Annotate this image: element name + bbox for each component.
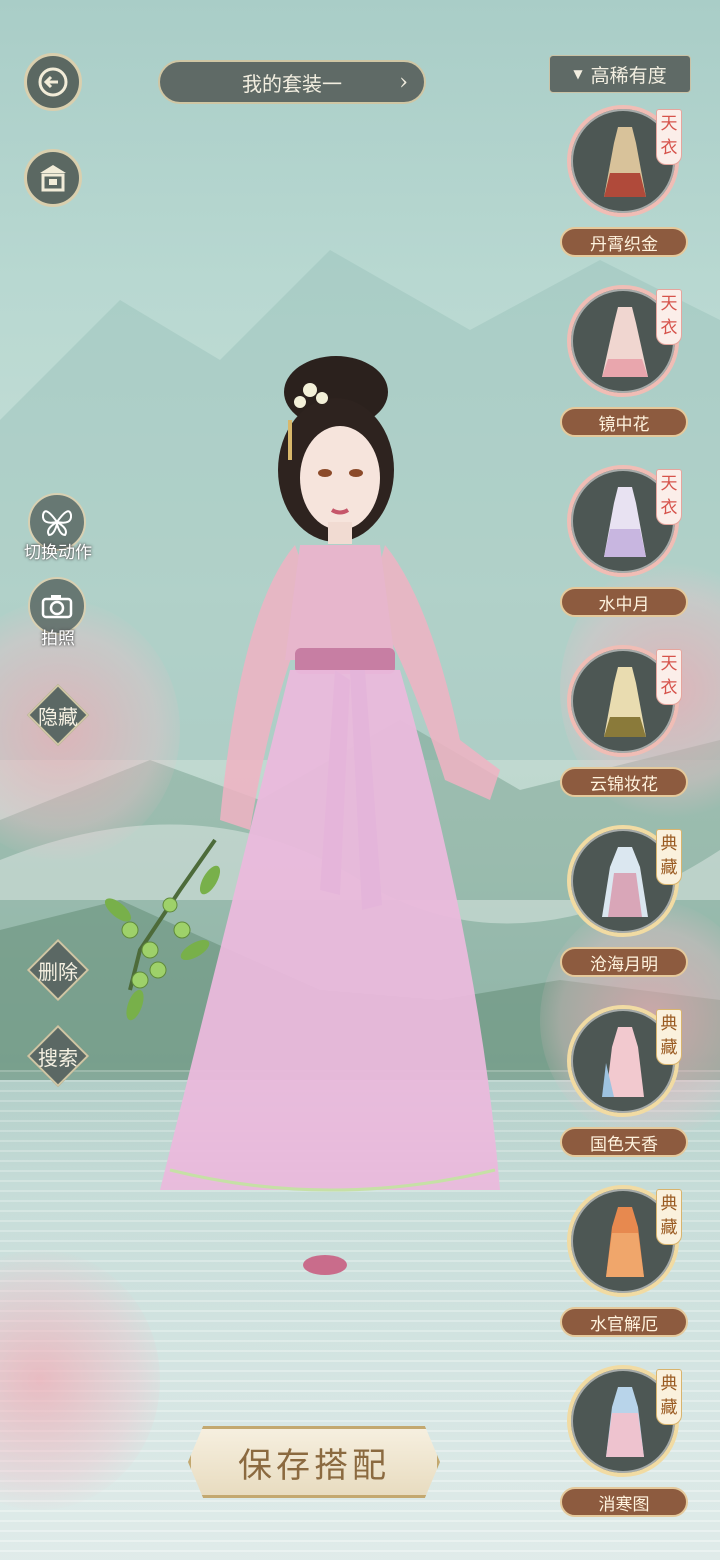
- item-name: 水中月: [560, 587, 688, 617]
- back-arrow-icon: [38, 67, 68, 97]
- item-name: 丹霄织金: [560, 227, 688, 257]
- tier-badge: 天衣: [656, 649, 682, 705]
- outfit-item[interactable]: 典藏 国色天香: [560, 1005, 692, 1167]
- item-name: 镜中花: [560, 407, 688, 437]
- dress-thumbnail: [604, 487, 646, 557]
- delete-button[interactable]: 删除: [26, 938, 90, 1002]
- save-outfit-button[interactable]: 保存搭配: [188, 1426, 440, 1498]
- photo-label: 拍照: [41, 629, 75, 649]
- delete-label: 删除: [38, 959, 78, 984]
- tier-badge: 典藏: [656, 829, 682, 885]
- outfit-item[interactable]: 天衣 镜中花: [560, 285, 692, 447]
- outfit-title-selector[interactable]: 我的套装一 ›: [158, 60, 426, 104]
- chevron-right-icon: ›: [399, 70, 408, 95]
- dress-thumbnail: [604, 127, 646, 197]
- outfit-item[interactable]: 天衣 云锦妆花: [560, 645, 692, 807]
- outfit-title: 我的套装一: [242, 71, 342, 96]
- wardrobe-button[interactable]: [24, 149, 82, 207]
- sort-dropdown[interactable]: ▼ 高稀有度: [549, 55, 691, 93]
- dress-thumbnail: [604, 667, 646, 737]
- back-button[interactable]: [24, 53, 82, 111]
- outfit-item[interactable]: 天衣 丹霄织金: [560, 105, 692, 267]
- tier-badge: 天衣: [656, 469, 682, 525]
- save-label: 保存搭配: [238, 1445, 390, 1486]
- hide-button[interactable]: 隐藏: [26, 683, 90, 747]
- dress-thumbnail: [606, 1387, 644, 1457]
- outfit-item[interactable]: 典藏 消寒图: [560, 1365, 692, 1527]
- outfit-item[interactable]: 典藏 沧海月明: [560, 825, 692, 987]
- dress-thumbnail: [602, 307, 648, 377]
- tier-badge: 天衣: [656, 109, 682, 165]
- item-name: 水官解厄: [560, 1307, 688, 1337]
- butterfly-icon: [41, 510, 73, 537]
- switch-pose-label: 切换动作: [24, 543, 92, 563]
- camera-icon: [41, 595, 73, 619]
- character-in-hanfu[interactable]: [100, 350, 560, 1290]
- item-name: 国色天香: [560, 1127, 688, 1157]
- triangle-down-icon: ▼: [573, 67, 583, 81]
- item-name: 沧海月明: [560, 947, 688, 977]
- hide-label: 隐藏: [38, 704, 78, 729]
- tier-badge: 典藏: [656, 1189, 682, 1245]
- tier-badge: 天衣: [656, 289, 682, 345]
- sort-label: 高稀有度: [590, 64, 667, 87]
- search-label: 搜索: [38, 1045, 78, 1070]
- dress-thumbnail: [606, 1207, 644, 1277]
- item-name: 消寒图: [560, 1487, 688, 1517]
- search-button[interactable]: 搜索: [26, 1024, 90, 1088]
- dress-thumbnail: [602, 847, 648, 917]
- tier-badge: 典藏: [656, 1369, 682, 1425]
- tier-badge: 典藏: [656, 1009, 682, 1065]
- dress-thumbnail: [602, 1027, 644, 1097]
- wardrobe-icon: [40, 165, 66, 192]
- outfit-item[interactable]: 典藏 水官解厄: [560, 1185, 692, 1347]
- outfit-item[interactable]: 天衣 水中月: [560, 465, 692, 627]
- item-name: 云锦妆花: [560, 767, 688, 797]
